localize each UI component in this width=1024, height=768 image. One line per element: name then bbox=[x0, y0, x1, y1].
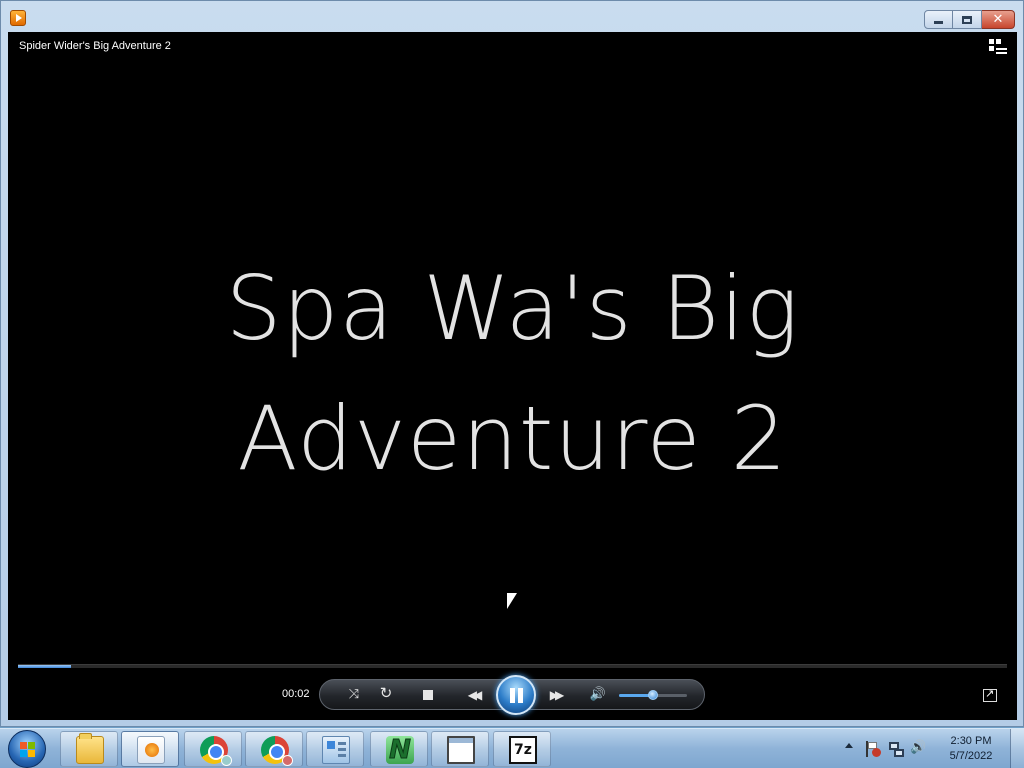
previous-button[interactable]: ◀◀ bbox=[460, 688, 486, 703]
taskbar-7zip[interactable]: 7z bbox=[493, 731, 551, 767]
stop-button[interactable] bbox=[418, 688, 438, 703]
volume-slider[interactable] bbox=[619, 690, 687, 700]
caption-buttons: ✕ bbox=[924, 10, 1015, 29]
pause-icon bbox=[510, 688, 515, 703]
video-frame-text-line-2: Adventure 2 bbox=[237, 387, 788, 490]
taskbar-window[interactable] bbox=[431, 731, 489, 767]
action-center-icon[interactable] bbox=[864, 741, 881, 757]
start-button[interactable] bbox=[8, 730, 46, 768]
taskbar: N 7z 🔊 2:30 PM 5/7/2022 bbox=[0, 728, 1024, 768]
close-icon: ✕ bbox=[992, 12, 1004, 27]
7zip-icon: 7z bbox=[509, 736, 537, 764]
minimize-icon bbox=[934, 21, 943, 24]
shuffle-icon[interactable]: ⤨ bbox=[344, 688, 364, 703]
n-app-icon: N bbox=[386, 736, 414, 765]
chrome-icon bbox=[200, 736, 232, 766]
next-button[interactable]: ▶▶ bbox=[542, 688, 568, 703]
stop-icon bbox=[423, 690, 433, 700]
network-icon[interactable] bbox=[888, 741, 904, 757]
taskbar-chrome-profile-1[interactable] bbox=[184, 731, 242, 767]
repeat-icon[interactable]: ↻ bbox=[376, 686, 396, 701]
taskbar-windows-media-player[interactable] bbox=[121, 731, 179, 767]
maximize-button[interactable] bbox=[953, 10, 982, 29]
minimize-button[interactable] bbox=[924, 10, 953, 29]
maximize-icon bbox=[962, 15, 972, 24]
control-panel-icon bbox=[322, 736, 350, 764]
taskbar-n-app[interactable]: N bbox=[370, 731, 428, 767]
windows-logo-icon bbox=[20, 742, 36, 758]
video-title: Spider Wider's Big Adventure 2 bbox=[19, 40, 171, 52]
elapsed-time: 00:02 bbox=[282, 688, 310, 700]
seek-bar-progress bbox=[18, 665, 72, 668]
folder-icon bbox=[76, 733, 104, 764]
show-desktop-button[interactable] bbox=[1010, 729, 1024, 768]
taskbar-chrome-profile-2[interactable] bbox=[245, 731, 303, 767]
video-frame-text-line-1: Spa Wa's Big bbox=[225, 257, 800, 360]
video-area[interactable]: Spider Wider's Big Adventure 2 Spa Wa's … bbox=[8, 32, 1017, 720]
volume-icon[interactable]: 🔊 bbox=[910, 740, 926, 756]
clock[interactable]: 2:30 PM 5/7/2022 bbox=[938, 734, 1004, 764]
mute-button[interactable]: 🔊 bbox=[588, 688, 608, 703]
show-hidden-icons-icon[interactable] bbox=[845, 743, 853, 748]
fullscreen-icon[interactable] bbox=[983, 687, 997, 702]
mouse-cursor-icon bbox=[507, 593, 517, 609]
chrome-icon bbox=[261, 736, 293, 766]
profile-badge-icon bbox=[221, 755, 232, 766]
playback-controls: ⤨ ↻ ◀◀ ▶▶ 🔊 bbox=[319, 675, 705, 715]
volume-slider-handle[interactable] bbox=[648, 690, 658, 700]
window-icon bbox=[447, 736, 475, 764]
title-bar[interactable]: ✕ bbox=[1, 1, 1023, 32]
profile-badge-icon bbox=[282, 755, 293, 766]
media-player-app-icon[interactable] bbox=[10, 10, 26, 26]
media-player-icon bbox=[137, 736, 165, 764]
media-player-window: ✕ Spider Wider's Big Adventure 2 Spa Wa'… bbox=[0, 0, 1024, 727]
switch-to-library-icon[interactable] bbox=[989, 39, 1007, 55]
clock-time: 2:30 PM bbox=[950, 735, 992, 747]
taskbar-control-panel[interactable] bbox=[306, 731, 364, 767]
pause-button[interactable] bbox=[496, 675, 536, 715]
pause-icon bbox=[518, 688, 523, 703]
taskbar-explorer[interactable] bbox=[60, 731, 118, 767]
seek-bar[interactable] bbox=[18, 664, 1007, 668]
clock-date: 5/7/2022 bbox=[949, 750, 993, 762]
close-button[interactable]: ✕ bbox=[982, 10, 1015, 29]
